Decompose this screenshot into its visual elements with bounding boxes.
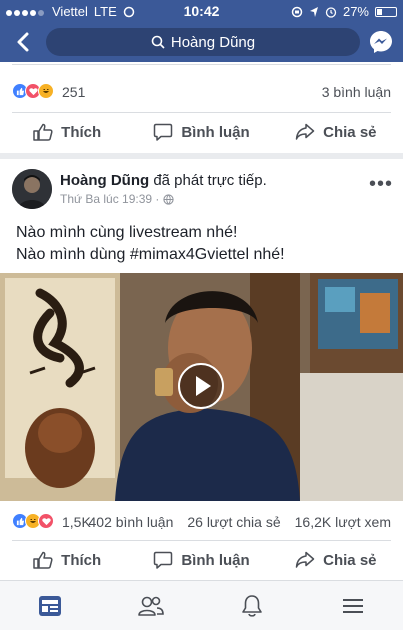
- menu-icon: [342, 598, 363, 613]
- share-label: Chia sẻ: [323, 551, 377, 569]
- more-options-icon[interactable]: •••: [369, 173, 393, 196]
- tab-notifications[interactable]: [202, 581, 303, 630]
- action-bar: Thích Bình luận Chia sẻ: [0, 540, 403, 580]
- love-reaction-icon: [38, 513, 54, 529]
- post-card: Hoàng Dũng đã phát trực tiếp. Thứ Ba lúc…: [0, 159, 403, 580]
- author-name[interactable]: Hoàng Dũng: [60, 172, 149, 189]
- like-button[interactable]: Thích: [0, 112, 134, 152]
- post-text-line: Nào mình cùng livestream nhé!: [16, 224, 238, 241]
- battery-percent: 27%: [342, 4, 369, 19]
- tab-friends[interactable]: [101, 581, 202, 630]
- previous-post-card: 251 3 bình luận Thích Bình luận Chia sẻ: [0, 62, 403, 153]
- status-right: 27%: [291, 4, 397, 19]
- comment-icon: [154, 551, 173, 569]
- notifications-icon: [242, 594, 262, 617]
- comment-label: Bình luận: [181, 551, 250, 569]
- tab-menu[interactable]: [302, 581, 403, 630]
- share-button[interactable]: Chia sẻ: [269, 540, 403, 580]
- status-bar: Viettel LTE 10:42 27%: [0, 0, 403, 22]
- comment-icon: [154, 123, 173, 141]
- share-icon: [295, 551, 315, 568]
- comment-button[interactable]: Bình luận: [134, 540, 268, 580]
- reaction-count: 251: [62, 84, 86, 100]
- like-label: Thích: [61, 551, 102, 569]
- reaction-icons[interactable]: [12, 513, 54, 529]
- share-count[interactable]: 26 lượt chia sẻ: [187, 514, 280, 530]
- rotation-lock-icon: [291, 6, 303, 17]
- friends-icon: [138, 596, 164, 616]
- share-icon: [295, 123, 315, 140]
- comment-count[interactable]: 402 bình luận: [89, 514, 174, 530]
- comment-count[interactable]: 3 bình luận: [322, 84, 391, 100]
- reaction-count[interactable]: 1,5K: [62, 514, 91, 530]
- battery-icon: [375, 6, 397, 17]
- action-bar: Thích Bình luận Chia sẻ: [0, 112, 403, 152]
- alarm-icon: [325, 6, 337, 18]
- reaction-icons: [12, 83, 54, 99]
- search-icon: [151, 35, 165, 49]
- post-stats: 1,5K 402 bình luận 26 lượt chia sẻ 16,2K…: [12, 513, 391, 531]
- thumbs-up-icon: [33, 123, 53, 141]
- nav-bar: Hoàng Dũng: [0, 22, 403, 62]
- tab-bar: [0, 580, 403, 630]
- play-icon[interactable]: [178, 363, 224, 409]
- live-video[interactable]: [0, 273, 403, 501]
- news-feed-icon: [39, 595, 62, 616]
- comment-button[interactable]: Bình luận: [134, 112, 268, 152]
- messenger-icon[interactable]: [369, 30, 393, 54]
- post-timestamp[interactable]: Thứ Ba lúc 19:39 ·: [60, 192, 159, 206]
- search-text: Hoàng Dũng: [170, 33, 256, 51]
- share-label: Chia sẻ: [323, 123, 377, 141]
- post-text: Nào mình cùng livestream nhé! Nào mình d…: [16, 222, 285, 266]
- haha-reaction-icon: [38, 83, 54, 99]
- like-label: Thích: [61, 123, 102, 141]
- share-button[interactable]: Chia sẻ: [269, 112, 403, 152]
- post-meta: Thứ Ba lúc 19:39 ·: [60, 192, 175, 206]
- activity-text: đã phát trực tiếp.: [153, 172, 267, 189]
- back-arrow-icon[interactable]: [10, 28, 36, 56]
- like-button[interactable]: Thích: [0, 540, 134, 580]
- tab-news-feed[interactable]: [0, 581, 101, 630]
- comment-label: Bình luận: [181, 123, 250, 141]
- globe-icon: [163, 193, 175, 205]
- reaction-summary[interactable]: 251 3 bình luận: [12, 83, 391, 101]
- engagement-stats: 402 bình luận 26 lượt chia sẻ 16,2K lượt…: [89, 514, 392, 530]
- divider: [12, 64, 391, 65]
- location-icon: [309, 6, 318, 17]
- post-text-line: Nào mình dùng #mimax4Gviettel nhé!: [16, 246, 285, 263]
- search-input[interactable]: Hoàng Dũng: [46, 28, 360, 56]
- avatar[interactable]: [12, 169, 52, 209]
- thumbs-up-icon: [33, 551, 53, 569]
- post-header: Hoàng Dũng đã phát trực tiếp.: [60, 172, 267, 189]
- view-count: 16,2K lượt xem: [294, 514, 391, 530]
